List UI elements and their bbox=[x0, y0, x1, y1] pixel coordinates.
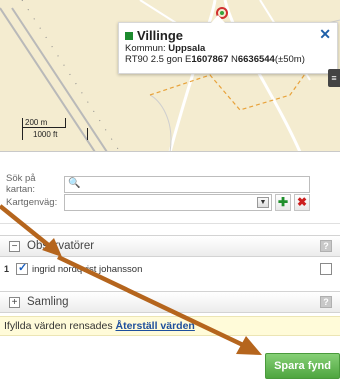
map-search-panel: Sök på kartan: 🔍 Kartgenväg: ▼ ✚ ✖ bbox=[0, 152, 340, 224]
observers-panel-header[interactable]: − Observatörer ? bbox=[0, 235, 340, 257]
remove-shortcut-button[interactable]: ✖ bbox=[294, 194, 310, 211]
coord-n-prefix: N bbox=[228, 54, 238, 65]
search-label: Sök på kartan: bbox=[6, 173, 36, 195]
observer-remove-checkbox[interactable] bbox=[320, 263, 332, 275]
popup-kommun: Kommun: Uppsala bbox=[125, 43, 331, 54]
scale-imperial: 1000 ft bbox=[22, 128, 88, 140]
reset-notice: Ifyllda värden rensades Återställ värden bbox=[0, 316, 340, 336]
map-shortcut-select[interactable]: ▼ bbox=[64, 194, 272, 211]
popup-tail bbox=[211, 15, 225, 23]
popup-coordinates: RT90 2.5 gon E1607867 N6636544(±50m) bbox=[125, 54, 331, 65]
kommun-label: Kommun: bbox=[125, 43, 166, 54]
observer-name: ingrid nordqvist johansson bbox=[32, 263, 143, 275]
restore-values-link[interactable]: Återställ värden bbox=[115, 320, 194, 332]
location-popup: Villinge ✕ Kommun: Uppsala RT90 2.5 gon … bbox=[118, 15, 338, 74]
shortcut-label: Kartgenväg: bbox=[6, 197, 58, 208]
layer-toggle-button[interactable]: ≡ bbox=[328, 69, 340, 87]
coord-accuracy: (±50m) bbox=[274, 54, 305, 65]
green-square-icon bbox=[125, 31, 133, 40]
coord-prefix: RT90 2.5 gon E bbox=[125, 54, 192, 65]
map-search-input[interactable]: 🔍 bbox=[64, 175, 310, 193]
observer-checkbox[interactable] bbox=[16, 261, 28, 275]
scale-metric: 200 m bbox=[22, 118, 66, 128]
samling-title: Samling bbox=[27, 296, 69, 308]
coord-e: 1607867 bbox=[191, 54, 229, 65]
search-row: Sök på kartan: 🔍 bbox=[6, 173, 310, 195]
samling-panel-header[interactable]: + Samling ? bbox=[0, 291, 340, 313]
notice-text: Ifyllda värden rensades bbox=[4, 320, 116, 332]
expand-icon[interactable]: + bbox=[9, 296, 20, 308]
map-view[interactable]: Villinge ✕ Kommun: Uppsala RT90 2.5 gon … bbox=[0, 0, 340, 152]
popup-title: Villinge bbox=[125, 28, 331, 43]
collapse-icon[interactable]: − bbox=[9, 240, 20, 252]
observer-number: 1 bbox=[4, 264, 10, 274]
shortcut-row: Kartgenväg: ▼ ✚ ✖ bbox=[6, 194, 310, 211]
coord-n: 6636544 bbox=[237, 54, 275, 65]
kommun-value: Uppsala bbox=[168, 43, 206, 54]
search-icon: 🔍 bbox=[68, 177, 81, 189]
chevron-down-icon[interactable]: ▼ bbox=[257, 197, 269, 208]
help-icon[interactable]: ? bbox=[320, 240, 332, 252]
location-name: Villinge bbox=[137, 28, 183, 43]
save-find-button[interactable]: Spara fynd bbox=[265, 353, 340, 379]
add-shortcut-button[interactable]: ✚ bbox=[275, 194, 291, 211]
observers-title: Observatörer bbox=[27, 240, 95, 252]
help-icon[interactable]: ? bbox=[320, 296, 332, 308]
close-icon[interactable]: ✕ bbox=[319, 26, 331, 43]
observer-row: 1 ingrid nordqvist johansson bbox=[0, 258, 340, 280]
